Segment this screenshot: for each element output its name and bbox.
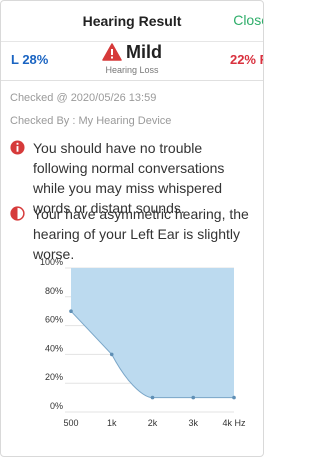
audiogram-chart: 0% 20% 40% 60% 80% 100% 500 1k 2k 3k 4k Hz: [40, 257, 246, 428]
x-tick-label: 2k: [148, 418, 158, 428]
warning-icon: [102, 43, 122, 61]
x-tick-label: 3k: [188, 418, 198, 428]
summary-divider: [1, 80, 263, 81]
right-ear-value: 22% R: [229, 52, 263, 67]
x-tick-label: 500: [63, 418, 78, 428]
header-bar: Hearing Result Close: [1, 1, 263, 42]
page-title: Hearing Result: [82, 13, 182, 29]
hearing-level: Mild Hearing Loss: [1, 42, 263, 75]
y-tick-label: 20%: [45, 372, 63, 382]
data-point: [69, 309, 73, 313]
data-point: [150, 395, 155, 400]
y-tick-label: 60%: [45, 315, 63, 325]
hearing-summary: L 28% Mild Hearing Loss 22% R: [1, 42, 263, 80]
checked-date: Checked @ 2020/05/26 13:59: [10, 92, 157, 104]
checked-by: Checked By : My Hearing Device: [10, 115, 172, 127]
y-tick-label: 40%: [45, 343, 63, 353]
note-text: Your have asymmetric hearing, the hearin…: [33, 206, 249, 262]
x-tick-label: 4k Hz: [222, 418, 246, 428]
half-circle-icon: [10, 206, 25, 221]
x-tick-label: 1k: [107, 418, 117, 428]
y-tick-label: 100%: [40, 257, 63, 267]
hearing-level-subtitle: Hearing Loss: [105, 65, 159, 75]
data-point: [191, 395, 196, 400]
data-point: [232, 395, 236, 400]
hearing-result-panel: Hearing Result Close L 28% Mild Hearing …: [0, 0, 264, 457]
y-tick-label: 80%: [45, 286, 63, 296]
info-icon: [10, 140, 25, 155]
hearing-chart: 0% 20% 40% 60% 80% 100% 500 1k 2k 3k 4k Hz: [1, 256, 263, 451]
note-asymmetric-hearing: Your have asymmetric hearing, the hearin…: [10, 204, 255, 264]
data-point: [109, 352, 114, 357]
hearing-level-label: Mild: [126, 42, 162, 62]
close-button[interactable]: Close: [233, 12, 263, 28]
y-tick-label: 0%: [50, 401, 63, 411]
